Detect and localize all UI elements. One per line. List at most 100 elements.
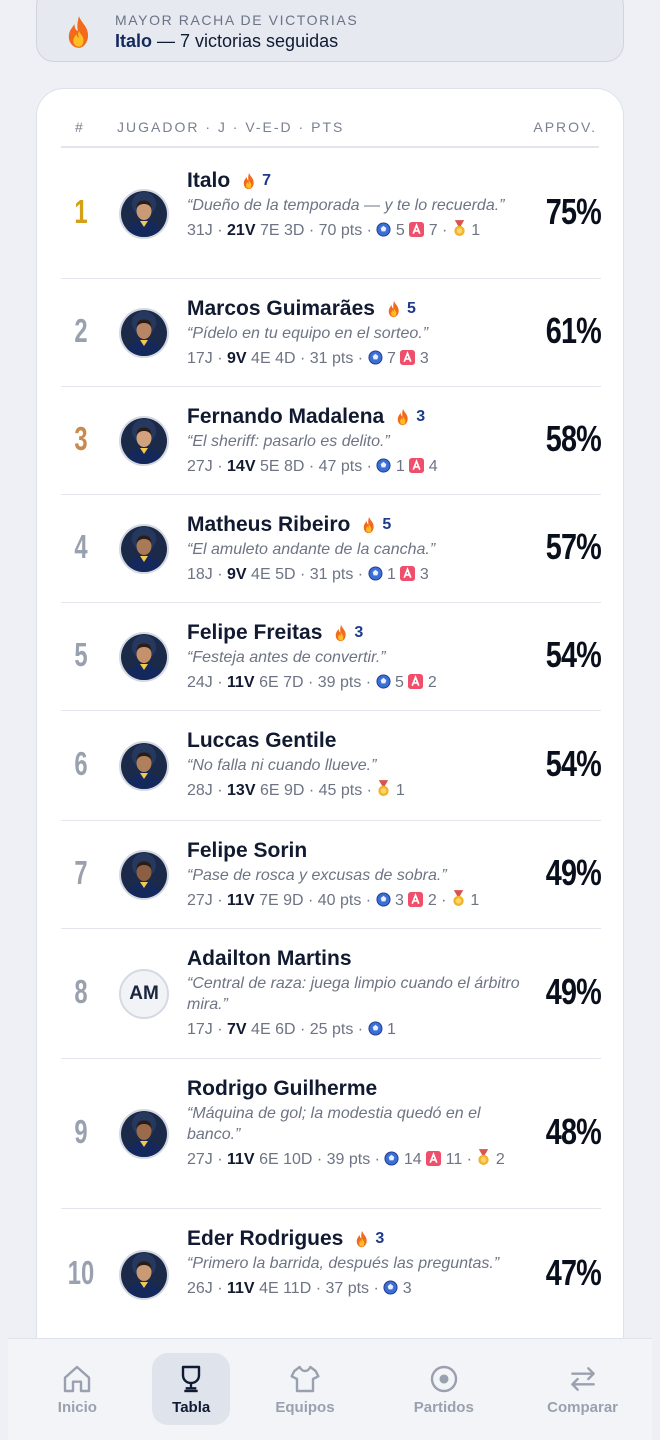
assist-icon xyxy=(409,458,425,473)
table-row[interactable]: 9 Rodrigo Guilherme “Máquina de gol; la mo… xyxy=(61,1059,602,1209)
streak-badge: 5 xyxy=(362,516,391,534)
draws-losses-points: 4E 4D · 31 pts xyxy=(251,350,354,367)
fire-icon xyxy=(364,516,375,534)
player-info: Italo 7 “Dueño de la temporada — y te lo r… xyxy=(187,169,527,241)
wins: 9V xyxy=(227,566,247,583)
assists-count: 2 xyxy=(427,892,437,909)
player-info: Marcos Guimarães 5 “Pídelo en tu equipo en… xyxy=(187,297,527,369)
player-stats: 18J · 9V 4E 5D · 31 pts · 1 3 xyxy=(187,566,429,583)
win-percentage: 49% xyxy=(545,971,602,1012)
nav-comparar[interactable]: Comparar xyxy=(519,1353,647,1425)
games-played: 18J xyxy=(187,566,213,583)
table-row[interactable]: 6 Luccas Gentile “No falla ni cuando lluev… xyxy=(61,711,602,821)
table-row[interactable]: 10 Eder Rodrigues 3 “Primero la barrida, de… xyxy=(61,1209,602,1341)
avatar xyxy=(119,632,169,682)
draws-losses-points: 6E 9D · 45 pts xyxy=(259,782,363,799)
table-row[interactable]: 8 AM Adailton Martins “Central de raza: jue… xyxy=(61,929,602,1059)
table-row[interactable]: 1 Italo 7 “Dueño de la temporada — y te lo … xyxy=(61,149,602,279)
soccer-ball-icon xyxy=(383,1280,398,1295)
player-info: Fernando Madalena 3 “El sheriff: pasarlo e… xyxy=(187,405,527,477)
standings-table: # JUGADOR · J · V-E-D · PTS APROV. 1 Ital… xyxy=(36,88,624,1368)
nav-label: Partidos xyxy=(413,1398,474,1416)
medal-icon xyxy=(453,890,464,906)
rank-number: 4 xyxy=(74,528,88,565)
draws-losses-points: 4E 5D · 31 pts xyxy=(251,566,354,583)
nav-partidos[interactable]: Partidos xyxy=(380,1353,508,1425)
rank-number: 1 xyxy=(74,193,88,230)
fire-icon xyxy=(357,1230,368,1248)
win-percentage: 54% xyxy=(545,634,602,675)
table-row[interactable]: 7 Felipe Sorin “Pase de rosca y excusas de… xyxy=(61,821,602,929)
table-row[interactable]: 2 Marcos Guimarães 5 “Pídelo en tu equipo e… xyxy=(61,279,602,387)
win-percentage: 47% xyxy=(545,1252,602,1293)
nav-equipos[interactable]: Equipos xyxy=(241,1353,369,1425)
player-info: Eder Rodrigues 3 “Primero la barrida, desp… xyxy=(187,1227,527,1299)
wins: 11V xyxy=(227,674,255,691)
fire-icon xyxy=(397,408,408,426)
assist-icon xyxy=(400,350,416,365)
rank-number: 9 xyxy=(74,1113,88,1150)
goals-count: 5 xyxy=(395,674,404,691)
player-info: Felipe Freitas 3 “Festeja antes de convert… xyxy=(187,621,527,693)
player-quote: “Central de raza: juega limpio cuando el… xyxy=(187,975,520,1013)
assists-count: 4 xyxy=(428,458,438,475)
soccer-ball-icon xyxy=(376,892,391,907)
streak-value: Italo — 7 victorias seguidas xyxy=(115,31,339,51)
assists-count: 3 xyxy=(419,350,429,367)
games-played: 27J xyxy=(187,892,213,909)
avatar xyxy=(119,850,169,900)
player-stats: 31J · 21V 7E 3D · 70 pts · 5 7 · 1 xyxy=(187,220,481,239)
table-header: # JUGADOR · J · V-E-D · PTS APROV. xyxy=(37,89,623,149)
games-played: 27J xyxy=(187,458,213,475)
table-row[interactable]: 3 Fernando Madalena 3 “El sheriff: pasarlo … xyxy=(61,387,602,495)
streak-badge: 5 xyxy=(387,300,416,318)
assist-icon xyxy=(408,674,424,689)
goals-count: 3 xyxy=(402,1280,412,1297)
table-row[interactable]: 5 Felipe Freitas 3 “Festeja antes de conver… xyxy=(61,603,602,711)
nav-inicio[interactable]: Inicio xyxy=(13,1353,141,1425)
games-played: 27J xyxy=(187,1151,213,1168)
rank-number: 10 xyxy=(67,1254,95,1291)
goals-count: 14 xyxy=(403,1151,422,1168)
trophy-icon xyxy=(181,1365,201,1392)
nav-label: Equipos xyxy=(275,1398,335,1416)
rank-number: 7 xyxy=(74,854,88,891)
player-stats: 27J · 14V 5E 8D · 47 pts · 1 4 xyxy=(187,458,438,475)
soccer-ball-icon xyxy=(368,566,383,581)
fire-icon xyxy=(68,16,89,48)
games-played: 31J xyxy=(187,222,213,239)
mvp-count: 1 xyxy=(395,782,405,799)
nav-label: Tabla xyxy=(172,1398,211,1416)
streak-banner: MAYOR RACHA DE VICTORIAS Italo — 7 victo… xyxy=(36,0,624,62)
streak-badge: 7 xyxy=(242,172,271,190)
player-name: Luccas Gentile xyxy=(187,729,337,752)
medal-icon xyxy=(454,220,465,236)
win-percentage: 54% xyxy=(545,743,602,784)
avatar xyxy=(119,1250,169,1300)
player-info: Felipe Sorin “Pase de rosca y excusas de … xyxy=(187,839,527,911)
assists-count: 7 xyxy=(428,222,438,239)
assist-icon xyxy=(408,892,424,907)
player-stats: 26J · 11V 4E 11D · 37 pts · 3 xyxy=(187,1280,412,1297)
wins: 13V xyxy=(227,782,256,799)
avatar: AM xyxy=(119,969,169,1019)
goals-count: 5 xyxy=(395,222,405,239)
soccer-ball-icon xyxy=(368,1021,383,1036)
games-played: 17J xyxy=(187,350,213,367)
streak-count: 5 xyxy=(406,300,416,317)
avatar xyxy=(119,524,169,574)
player-quote: “Pídelo en tu equipo en el sorteo.” xyxy=(187,325,429,342)
nav-label: Inicio xyxy=(57,1398,97,1416)
rank-number: 8 xyxy=(74,973,88,1010)
player-quote: “Dueño de la temporada — y te lo recuerd… xyxy=(187,197,505,214)
rank-number: 3 xyxy=(74,420,88,457)
player-name: Fernando Madalena xyxy=(187,405,385,428)
table-row[interactable]: 4 Matheus Ribeiro 5 “El amuleto andante de … xyxy=(61,495,602,603)
assists-count: 11 xyxy=(445,1151,463,1168)
player-quote: “Pase de rosca y excusas de sobra.” xyxy=(187,867,447,884)
nav-tabla[interactable]: Tabla xyxy=(152,1353,231,1425)
soccer-ball-icon xyxy=(368,350,383,365)
streak-count: 3 xyxy=(354,624,364,641)
wins: 11V xyxy=(227,892,255,909)
mvp-count: 1 xyxy=(471,222,481,239)
